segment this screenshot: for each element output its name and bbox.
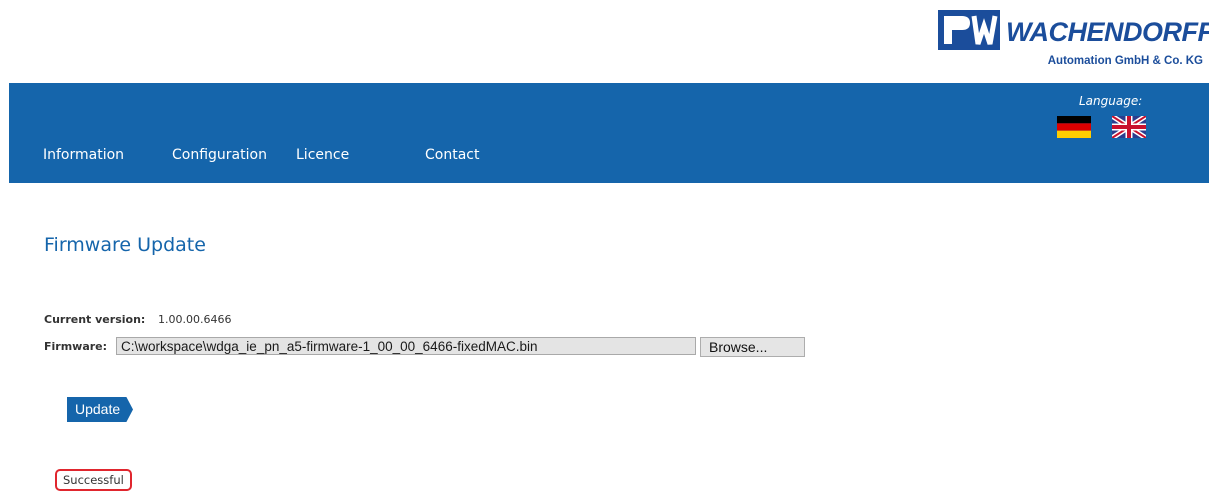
wachendorff-logo-icon bbox=[938, 10, 1000, 50]
uk-flag-icon[interactable] bbox=[1112, 116, 1146, 138]
firmware-file-input[interactable]: C:\workspace\wdga_ie_pn_a5-firmware-1_00… bbox=[116, 337, 696, 355]
nav-contact[interactable]: Contact bbox=[425, 148, 479, 162]
nav-licence[interactable]: Licence bbox=[296, 148, 349, 162]
logo-subtitle: Automation GmbH & Co. KG bbox=[1047, 55, 1203, 67]
logo-name: WACHENDORFF bbox=[1006, 17, 1209, 47]
current-version-value: 1.00.00.6466 bbox=[158, 313, 232, 326]
browse-button[interactable]: Browse... bbox=[700, 337, 805, 357]
current-version-label: Current version: bbox=[44, 313, 146, 326]
company-logo: WACHENDORFF Automation GmbH & Co. KG bbox=[938, 10, 1209, 72]
main-navigation: Information Configuration Licence Contac… bbox=[9, 83, 1209, 183]
page-title: Firmware Update bbox=[44, 234, 206, 256]
nav-configuration[interactable]: Configuration bbox=[172, 148, 267, 162]
language-label: Language: bbox=[1079, 94, 1143, 108]
update-button[interactable]: Update bbox=[67, 397, 133, 422]
firmware-label: Firmware: bbox=[44, 340, 108, 353]
german-flag-icon[interactable] bbox=[1057, 116, 1091, 138]
nav-information[interactable]: Information bbox=[43, 148, 124, 162]
status-message: Successful bbox=[55, 469, 132, 491]
